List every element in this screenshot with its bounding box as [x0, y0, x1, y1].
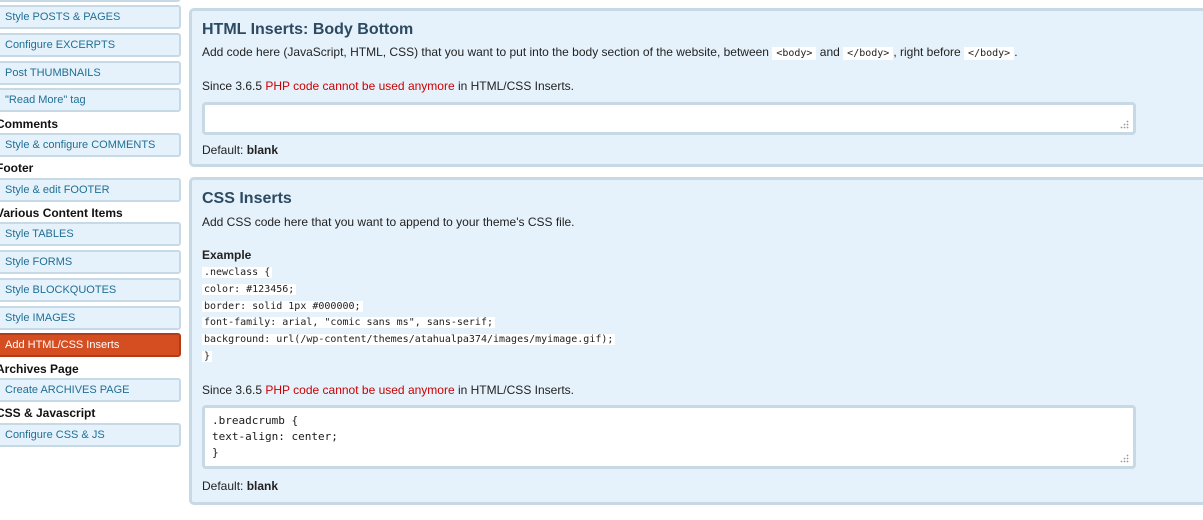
sidebar-item-style-tables[interactable]: Style TABLES [0, 222, 181, 246]
sidebar-item-partial[interactable] [0, 0, 181, 2]
example-code-line: color: #123456; [202, 282, 615, 299]
panel-title: HTML Inserts: Body Bottom [202, 21, 414, 38]
default-label: Default: [202, 143, 244, 157]
sidebar-item-add-html-css-inserts[interactable]: Add HTML/CSS Inserts [0, 333, 181, 357]
description-text: . [1014, 45, 1018, 59]
php-notice: Since 3.6.5 PHP code cannot be used anym… [202, 79, 574, 93]
code-text: background: url(/wp-content/themes/atahu… [202, 334, 616, 346]
notice-text: in HTML/CSS Inserts. [457, 79, 574, 93]
sidebar-heading-various-content: Various Content Items [0, 206, 123, 220]
css-inserts-panel: CSS Inserts Add CSS code here that you w… [189, 177, 1203, 505]
description-text: , right before [893, 45, 961, 59]
sidebar-item-style-forms[interactable]: Style FORMS [0, 250, 181, 274]
resize-grip-icon[interactable] [1119, 453, 1129, 463]
panel-description: Add CSS code here that you want to appen… [202, 215, 575, 229]
code-body-close: </body> [964, 47, 1015, 60]
sidebar-item-post-thumbnails[interactable]: Post THUMBNAILS [0, 61, 181, 85]
sidebar-item-style-posts-pages[interactable]: Style POSTS & PAGES [0, 5, 181, 29]
sidebar-heading-footer: Footer [0, 161, 34, 175]
sidebar-heading-comments: Comments [0, 117, 59, 131]
example-label: Example [202, 248, 252, 262]
since-version: Since 3.6.5 [202, 79, 263, 93]
admin-page: Style POSTS & PAGES Configure EXCERPTS Pos… [0, 0, 1203, 520]
default-value: blank [246, 143, 279, 157]
sidebar-item-create-archives[interactable]: Create ARCHIVES PAGE [0, 378, 181, 402]
sidebar-item-style-comments[interactable]: Style & configure COMMENTS [0, 133, 181, 157]
body-bottom-panel: HTML Inserts: Body Bottom Add code here … [189, 8, 1203, 167]
default-label: Default: [202, 479, 244, 493]
code-text: } [202, 350, 213, 362]
example-code-line: background: url(/wp-content/themes/atahu… [202, 332, 616, 349]
code-text: .newclass { [202, 267, 273, 278]
sidebar-item-read-more-tag[interactable]: "Read More" tag [0, 88, 181, 112]
sidebar-item-style-blockquotes[interactable]: Style BLOCKQUOTES [0, 278, 181, 302]
sidebar-heading-css-js: CSS & Javascript [0, 406, 96, 420]
sidebar-heading-archives-page: Archives Page [0, 362, 79, 376]
textarea-value: .breadcrumb { text-align: center; } [212, 414, 338, 459]
example-code-line: } [202, 349, 615, 366]
panel-title: CSS Inserts [202, 190, 292, 207]
default-note: Default: blank [202, 479, 278, 493]
code-text: border: solid 1px #000000; [202, 300, 363, 312]
code-body-close: </body> [843, 47, 894, 60]
php-warning: PHP code cannot be used anymore [265, 383, 455, 397]
sidebar-item-style-images[interactable]: Style IMAGES [0, 306, 181, 330]
description-text: Add code here (JavaScript, HTML, CSS) th… [202, 45, 769, 59]
sidebar-item-configure-css-js[interactable]: Configure CSS & JS [0, 423, 181, 447]
description-text: and [819, 45, 840, 59]
default-note: Default: blank [202, 143, 278, 157]
code-text: font-family: arial, "comic sans ms", san… [202, 317, 495, 329]
php-warning: PHP code cannot be used anymore [265, 79, 455, 93]
php-notice: Since 3.6.5 PHP code cannot be used anym… [202, 383, 574, 397]
example-code-line: border: solid 1px #000000; [202, 299, 615, 316]
example-code-line: font-family: arial, "comic sans ms", san… [202, 315, 615, 332]
body-bottom-textarea[interactable] [202, 102, 1136, 135]
sidebar-nav: Style POSTS & PAGES Configure EXCERPTS Pos… [0, 0, 185, 520]
default-value: blank [246, 479, 279, 493]
resize-grip-icon[interactable] [1119, 119, 1129, 129]
code-body-open: <body> [772, 47, 817, 60]
example-code-block: .newclass { color: #123456; border: solid … [202, 265, 616, 366]
since-version: Since 3.6.5 [202, 383, 263, 397]
sidebar-item-configure-excerpts[interactable]: Configure EXCERPTS [0, 33, 181, 57]
panel-description: Add code here (JavaScript, HTML, CSS) th… [202, 45, 1018, 60]
notice-text: in HTML/CSS Inserts. [457, 383, 574, 397]
code-text: color: #123456; [202, 283, 297, 295]
sidebar-item-style-footer[interactable]: Style & edit FOOTER [0, 178, 181, 202]
example-code-line: .newclass { [202, 265, 615, 282]
css-inserts-textarea[interactable]: .breadcrumb { text-align: center; } [202, 405, 1136, 469]
